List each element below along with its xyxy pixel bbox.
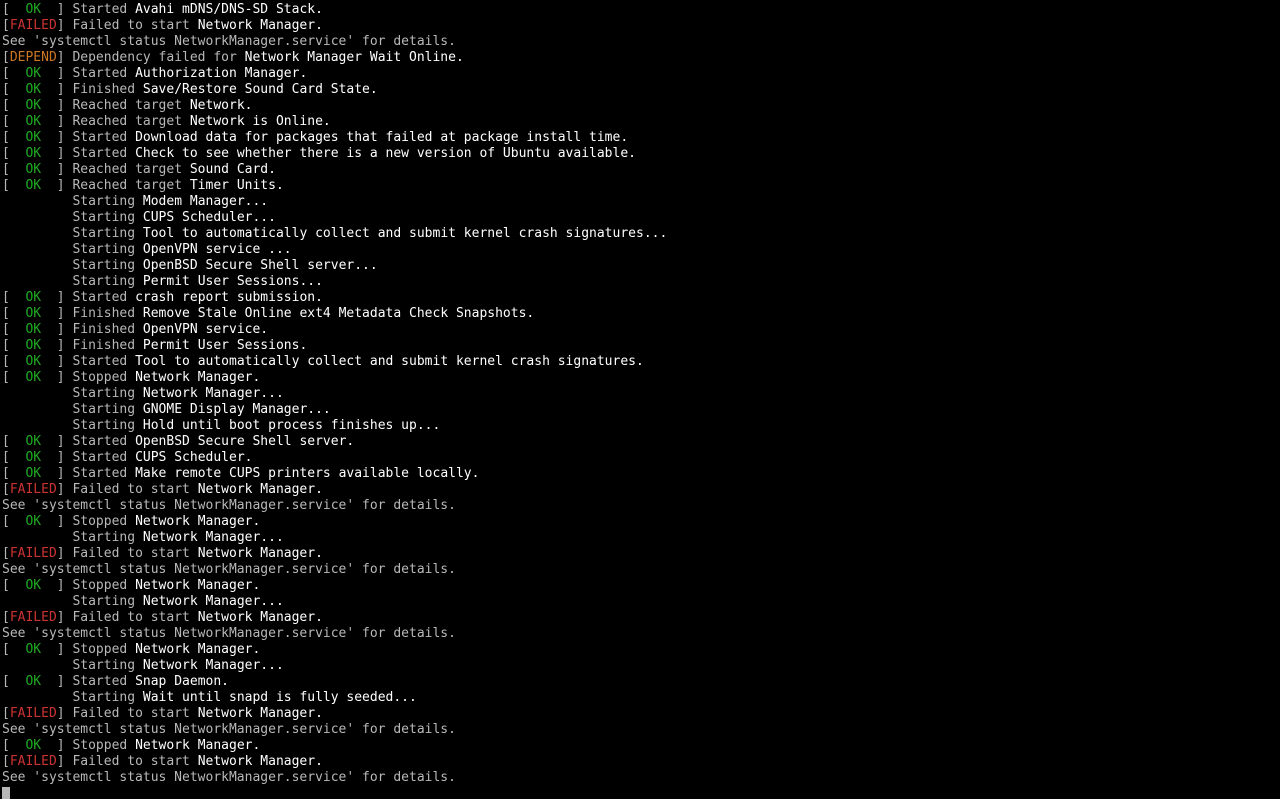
boot-line: [ OK ] Started CUPS Scheduler. bbox=[2, 450, 1280, 466]
boot-line: [ OK ] Finished Permit User Sessions. bbox=[2, 338, 1280, 354]
boot-line: [ OK ] Finished Remove Stale Online ext4… bbox=[2, 306, 1280, 322]
boot-line: Starting Wait until snapd is fully seede… bbox=[2, 690, 1280, 706]
boot-line: Starting Network Manager... bbox=[2, 530, 1280, 546]
boot-line: See 'systemctl status NetworkManager.ser… bbox=[2, 562, 1280, 578]
boot-line: [FAILED] Failed to start Network Manager… bbox=[2, 482, 1280, 498]
boot-line: [DEPEND] Dependency failed for Network M… bbox=[2, 50, 1280, 66]
boot-line: [ OK ] Reached target Network is Online. bbox=[2, 114, 1280, 130]
boot-line: Starting Network Manager... bbox=[2, 594, 1280, 610]
cursor-line bbox=[2, 786, 1280, 799]
boot-line: See 'systemctl status NetworkManager.ser… bbox=[2, 770, 1280, 786]
boot-line: Starting Hold until boot process finishe… bbox=[2, 418, 1280, 434]
boot-line: [ OK ] Reached target Timer Units. bbox=[2, 178, 1280, 194]
boot-line: [ OK ] Started Download data for package… bbox=[2, 130, 1280, 146]
boot-line: [ OK ] Finished OpenVPN service. bbox=[2, 322, 1280, 338]
boot-line: [ OK ] Stopped Network Manager. bbox=[2, 514, 1280, 530]
boot-line: Starting Network Manager... bbox=[2, 386, 1280, 402]
boot-console: [ OK ] Started Avahi mDNS/DNS-SD Stack.[… bbox=[0, 0, 1280, 799]
boot-line: See 'systemctl status NetworkManager.ser… bbox=[2, 626, 1280, 642]
boot-line: Starting Tool to automatically collect a… bbox=[2, 226, 1280, 242]
boot-line: [ OK ] Stopped Network Manager. bbox=[2, 578, 1280, 594]
boot-line: Starting Permit User Sessions... bbox=[2, 274, 1280, 290]
boot-line: See 'systemctl status NetworkManager.ser… bbox=[2, 722, 1280, 738]
boot-line: [ OK ] Started Tool to automatically col… bbox=[2, 354, 1280, 370]
boot-line: Starting Network Manager... bbox=[2, 658, 1280, 674]
boot-line: [FAILED] Failed to start Network Manager… bbox=[2, 18, 1280, 34]
boot-line: [FAILED] Failed to start Network Manager… bbox=[2, 546, 1280, 562]
boot-line: [ OK ] Reached target Network. bbox=[2, 98, 1280, 114]
cursor bbox=[2, 787, 10, 799]
boot-line: [ OK ] Started Check to see whether ther… bbox=[2, 146, 1280, 162]
boot-line: Starting Modem Manager... bbox=[2, 194, 1280, 210]
boot-line: [ OK ] Started Make remote CUPS printers… bbox=[2, 466, 1280, 482]
boot-line: [ OK ] Started Avahi mDNS/DNS-SD Stack. bbox=[2, 2, 1280, 18]
boot-line: [ OK ] Stopped Network Manager. bbox=[2, 642, 1280, 658]
boot-line: [FAILED] Failed to start Network Manager… bbox=[2, 610, 1280, 626]
boot-line: Starting GNOME Display Manager... bbox=[2, 402, 1280, 418]
boot-line: Starting CUPS Scheduler... bbox=[2, 210, 1280, 226]
boot-line: [ OK ] Started Snap Daemon. bbox=[2, 674, 1280, 690]
boot-line: Starting OpenBSD Secure Shell server... bbox=[2, 258, 1280, 274]
boot-line: [ OK ] Started crash report submission. bbox=[2, 290, 1280, 306]
boot-line: See 'systemctl status NetworkManager.ser… bbox=[2, 34, 1280, 50]
boot-line: [ OK ] Started Authorization Manager. bbox=[2, 66, 1280, 82]
boot-line: [FAILED] Failed to start Network Manager… bbox=[2, 706, 1280, 722]
boot-line: See 'systemctl status NetworkManager.ser… bbox=[2, 498, 1280, 514]
boot-line: [ OK ] Stopped Network Manager. bbox=[2, 738, 1280, 754]
boot-line: [ OK ] Started OpenBSD Secure Shell serv… bbox=[2, 434, 1280, 450]
boot-line: [ OK ] Stopped Network Manager. bbox=[2, 370, 1280, 386]
boot-line: [FAILED] Failed to start Network Manager… bbox=[2, 754, 1280, 770]
boot-line: Starting OpenVPN service ... bbox=[2, 242, 1280, 258]
boot-line: [ OK ] Reached target Sound Card. bbox=[2, 162, 1280, 178]
boot-line: [ OK ] Finished Save/Restore Sound Card … bbox=[2, 82, 1280, 98]
